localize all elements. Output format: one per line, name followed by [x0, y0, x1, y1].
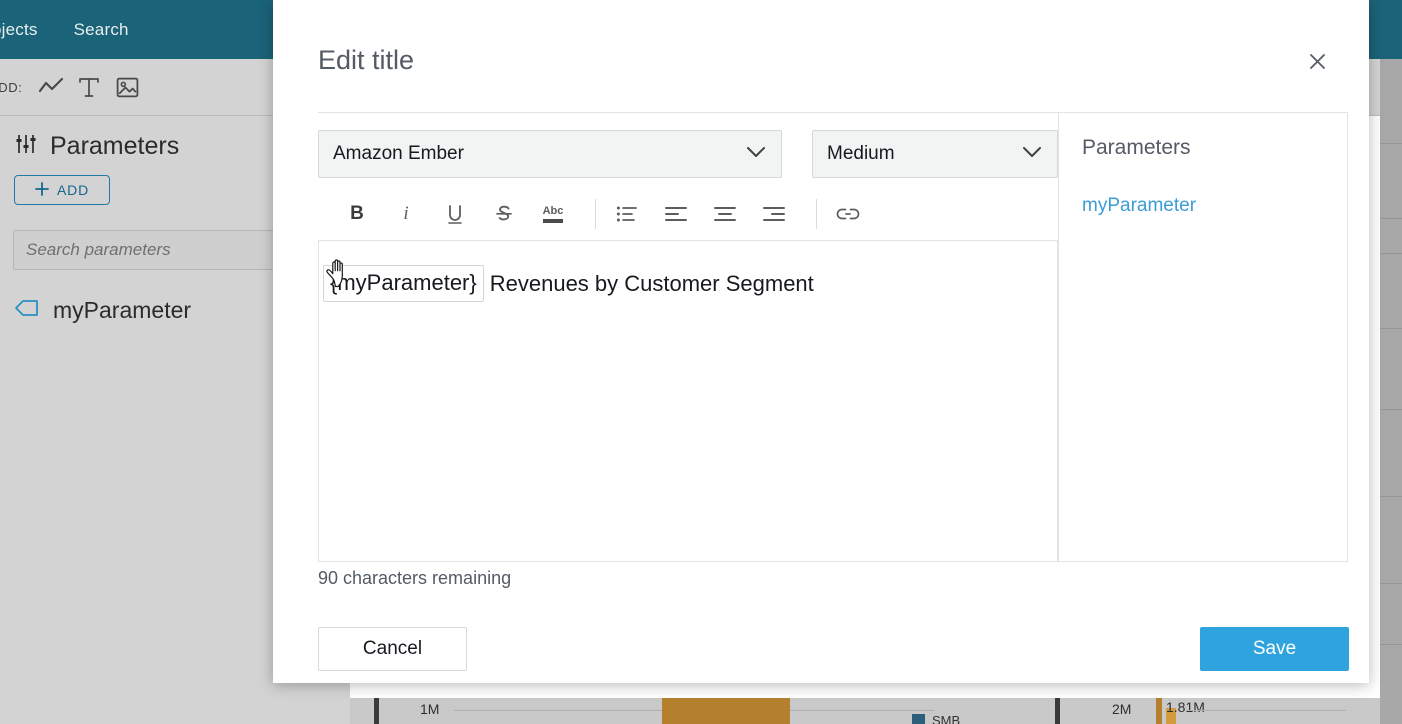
toolbar-divider — [595, 199, 596, 229]
close-icon[interactable] — [1301, 45, 1333, 77]
modal-parameter-link-myparameter[interactable]: myParameter — [1082, 195, 1196, 217]
image-icon[interactable] — [108, 68, 146, 106]
chart-bar-smb — [1156, 698, 1162, 724]
nav-link-projects[interactable]: ojects — [0, 20, 56, 40]
edit-title-modal: Edit title Amazon Ember Medium — [273, 0, 1369, 683]
editor-plain-text: Revenues by Customer Segment — [490, 271, 814, 297]
font-family-select[interactable]: Amazon Ember — [318, 130, 782, 178]
align-center-icon[interactable] — [708, 197, 742, 231]
italic-icon[interactable]: i — [389, 197, 423, 231]
editor-title-line: {myParameter} Revenues by Customer Segme… — [323, 265, 814, 302]
chart-axis-segment — [1055, 698, 1060, 724]
text-icon[interactable] — [70, 68, 108, 106]
chart-grid-line — [794, 710, 934, 711]
chevron-down-icon — [745, 145, 767, 164]
align-right-icon[interactable] — [757, 197, 791, 231]
text-color-icon-label: Abc — [543, 206, 564, 217]
parameter-tag-icon — [14, 298, 39, 323]
chart-data-label-181m: 1.81M — [1166, 699, 1205, 715]
plus-icon — [35, 182, 49, 199]
toolbar-add-label: ADD: — [0, 80, 22, 95]
chart-legend-swatch-smb — [912, 714, 925, 724]
parameter-token-myparameter[interactable]: {myParameter} — [323, 265, 484, 302]
underline-icon[interactable] — [438, 197, 472, 231]
chart-axis-segment — [374, 698, 379, 724]
line-chart-icon[interactable] — [32, 68, 70, 106]
align-left-icon[interactable] — [659, 197, 693, 231]
add-parameter-button[interactable]: ADD — [14, 175, 110, 205]
save-button[interactable]: Save — [1200, 627, 1349, 671]
rich-text-editor: Amazon Ember Medium B i — [318, 130, 1058, 562]
sidebar-parameter-item-label: myParameter — [53, 297, 191, 324]
font-size-value: Medium — [827, 143, 1021, 165]
character-counter: 90 characters remaining — [318, 568, 511, 589]
chart-bar-enterprise — [662, 698, 790, 724]
bold-icon[interactable]: B — [340, 197, 374, 231]
cancel-button[interactable]: Cancel — [318, 627, 467, 671]
text-color-icon[interactable]: Abc — [536, 197, 570, 231]
chart-tick-label-1m: 1M — [420, 701, 439, 717]
link-icon[interactable] — [831, 197, 865, 231]
format-toolbar: B i Abc — [318, 188, 1058, 241]
font-size-select[interactable]: Medium — [812, 130, 1058, 178]
font-family-value: Amazon Ember — [333, 143, 745, 165]
chart-grid-line — [1186, 710, 1346, 711]
chart-legend-label-smb: SMB — [932, 713, 960, 724]
strikethrough-icon[interactable] — [487, 197, 521, 231]
background-chart: 1M SMB 2M 1.81M — [350, 698, 1402, 724]
chart-tick-label-2m: 2M — [1112, 701, 1131, 717]
parameters-sidebar-title: Parameters — [50, 132, 179, 161]
modal-title: Edit title — [318, 45, 414, 76]
add-parameter-button-label: ADD — [57, 182, 89, 198]
toolbar-divider — [816, 199, 817, 229]
bulleted-list-icon[interactable] — [610, 197, 644, 231]
modal-parameters-panel-title: Parameters — [1082, 136, 1191, 160]
nav-link-search[interactable]: Search — [56, 20, 147, 40]
sliders-icon — [14, 132, 38, 161]
modal-parameters-panel: Parameters myParameter — [1058, 112, 1348, 562]
chevron-down-icon — [1021, 145, 1043, 164]
right-side-rail — [1380, 59, 1402, 724]
editor-content-area[interactable]: {myParameter} Revenues by Customer Segme… — [318, 241, 1058, 562]
